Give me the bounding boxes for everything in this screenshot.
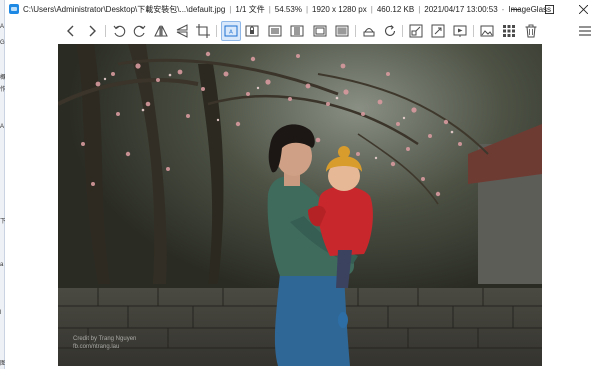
scale-fill-icon bbox=[335, 25, 349, 37]
toolbar: A bbox=[5, 19, 600, 43]
crop-icon bbox=[196, 24, 210, 38]
scale-width-icon bbox=[268, 25, 282, 37]
scale-to-width-button[interactable] bbox=[265, 21, 285, 41]
photo: Credit by Trang Nguyen fb.com/ntrang.lau bbox=[58, 44, 542, 366]
file-size: 460.12 KB bbox=[376, 4, 415, 14]
minimize-icon bbox=[510, 8, 520, 10]
crop-button[interactable] bbox=[193, 21, 213, 41]
title-bar[interactable]: C:\Users\Administrator\Desktop\下載安裝包\...… bbox=[5, 0, 600, 18]
delete-button[interactable] bbox=[521, 21, 541, 41]
chevron-right-icon bbox=[89, 25, 96, 37]
credit-line-2: fb.com/ntrang.lau bbox=[73, 344, 120, 350]
chevron-left-icon bbox=[67, 25, 74, 37]
slideshow-button[interactable] bbox=[450, 21, 470, 41]
rotate-right-icon bbox=[133, 25, 146, 37]
fullscreen-button[interactable] bbox=[428, 21, 448, 41]
next-image-button[interactable] bbox=[82, 21, 102, 41]
window-title: C:\Users\Administrator\Desktop\下載安裝包\...… bbox=[23, 4, 552, 14]
file-path: C:\Users\Administrator\Desktop\下載安裝包\...… bbox=[23, 4, 226, 14]
auto-zoom-icon: A bbox=[224, 25, 238, 37]
desktop-char: G bbox=[0, 40, 5, 46]
flip-vertical-icon bbox=[176, 24, 188, 38]
rotate-left-button[interactable] bbox=[109, 21, 129, 41]
photo-image bbox=[58, 44, 542, 366]
refresh-icon bbox=[384, 25, 396, 36]
desktop-char: a bbox=[0, 262, 4, 268]
prev-image-button[interactable] bbox=[61, 21, 81, 41]
lock-zoom-icon bbox=[245, 25, 259, 37]
window-controls bbox=[498, 0, 600, 18]
scale-fit-icon bbox=[313, 25, 327, 37]
color-picker-button[interactable] bbox=[359, 21, 379, 41]
image-dimensions: 1920 x 1280 px bbox=[312, 4, 367, 14]
set-wallpaper-button[interactable] bbox=[477, 21, 497, 41]
grid-icon bbox=[503, 25, 515, 37]
thumbnails-button[interactable] bbox=[499, 21, 519, 41]
credit-line-1: Credit by Trang Nguyen bbox=[73, 336, 137, 342]
imageglass-app-icon bbox=[9, 4, 19, 14]
scale-height-icon bbox=[290, 25, 304, 37]
scale-to-fill-button[interactable] bbox=[332, 21, 352, 41]
file-index: 1/1 文件 bbox=[235, 4, 265, 14]
scale-to-height-button[interactable] bbox=[287, 21, 307, 41]
auto-zoom-button[interactable]: A bbox=[221, 21, 241, 41]
fullscreen-icon bbox=[431, 24, 445, 38]
imageglass-window: C:\Users\Administrator\Desktop\下載安裝包\...… bbox=[5, 0, 600, 369]
flip-vertical-button[interactable] bbox=[172, 21, 192, 41]
close-icon bbox=[578, 4, 588, 14]
slideshow-icon bbox=[453, 25, 467, 37]
refresh-button[interactable] bbox=[380, 21, 400, 41]
trash-icon bbox=[525, 24, 537, 38]
image-icon bbox=[480, 25, 494, 37]
minimize-button[interactable] bbox=[498, 0, 532, 18]
zoom-level: 54.53% bbox=[274, 4, 302, 14]
open-location-icon bbox=[409, 24, 423, 38]
open-location-button[interactable] bbox=[406, 21, 426, 41]
close-button[interactable] bbox=[566, 0, 600, 18]
hamburger-menu-icon bbox=[579, 26, 591, 36]
flip-horizontal-icon bbox=[154, 25, 168, 37]
maximize-button[interactable] bbox=[532, 0, 566, 18]
svg-text:A: A bbox=[229, 30, 233, 36]
main-menu-button[interactable] bbox=[575, 21, 595, 41]
color-picker-icon bbox=[363, 27, 375, 37]
rotate-left-icon bbox=[113, 25, 126, 37]
photo-credit: Credit by Trang Nguyen fb.com/ntrang.lau bbox=[73, 335, 136, 351]
image-viewer-canvas[interactable]: Credit by Trang Nguyen fb.com/ntrang.lau bbox=[5, 43, 600, 369]
file-datetime: 2021/04/17 13:00:53 bbox=[424, 4, 498, 14]
maximize-icon bbox=[544, 4, 554, 14]
flip-horizontal-button[interactable] bbox=[151, 21, 171, 41]
scale-to-fit-button[interactable] bbox=[310, 21, 330, 41]
desktop-char: A bbox=[0, 124, 5, 130]
lock-zoom-button[interactable] bbox=[242, 21, 262, 41]
rotate-right-button[interactable] bbox=[130, 21, 150, 41]
desktop-char: l bbox=[0, 310, 2, 316]
desktop-char: A bbox=[0, 24, 5, 30]
